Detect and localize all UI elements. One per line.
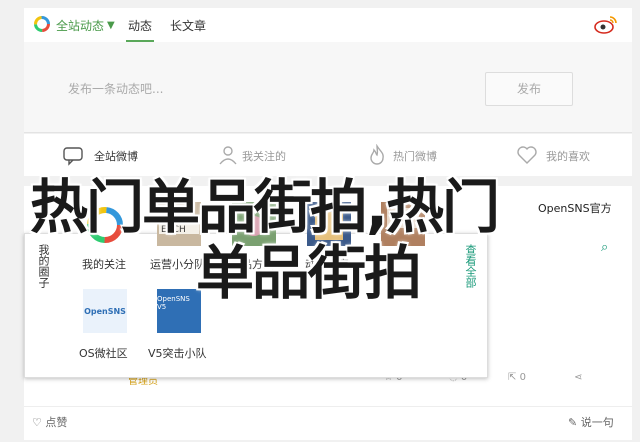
repost-count: 0	[519, 372, 526, 383]
tab-long-article[interactable]: 长文章	[170, 17, 206, 34]
circle-name-v5[interactable]: V5突击小队	[148, 345, 207, 361]
circle-thumb-v5[interactable]: OpenSNS V5	[157, 289, 201, 333]
feed-scope-dropdown[interactable]: 全站动态	[56, 17, 104, 34]
post-button[interactable]: 发布	[485, 72, 573, 106]
view-all-link[interactable]: 查看全部	[461, 244, 479, 288]
site-logo-icon	[34, 16, 50, 32]
like-button[interactable]: ♡ 点赞	[32, 414, 67, 430]
circle-name-following[interactable]: 我的关注	[82, 256, 126, 272]
filter-my-likes[interactable]: 我的喜欢	[546, 148, 590, 164]
chevron-down-icon[interactable]: ▼	[107, 20, 115, 31]
like-label: 点赞	[45, 416, 68, 429]
share-icon[interactable]: ⋖	[574, 372, 582, 383]
os-thumb-text: OpenSNS	[84, 306, 126, 316]
circle-name-os[interactable]: OS微社区	[79, 345, 128, 361]
weibo-icon[interactable]	[594, 14, 618, 34]
heart-icon	[517, 146, 537, 164]
v5-thumb-text: OpenSNS V5	[157, 295, 190, 311]
tab-dynamic[interactable]: 动态	[128, 17, 152, 34]
circle-thumb-os[interactable]: OpenSNS	[83, 289, 127, 333]
feed-footer	[24, 406, 632, 437]
repost-button[interactable]: ⇱ 0	[508, 372, 526, 383]
say-label: 说一句	[580, 416, 614, 429]
author-name[interactable]: OpenSNS官方	[538, 200, 612, 216]
overlay-headline-line2: 单品街拍	[196, 239, 422, 307]
top-bar	[24, 8, 632, 42]
compose-placeholder[interactable]: 发布一条动态吧...	[68, 80, 163, 97]
search-icon[interactable]: ⌕	[601, 240, 608, 255]
my-circles-label: 我的圈子	[37, 244, 50, 288]
say-button[interactable]: ✎ 说一句	[568, 414, 614, 430]
